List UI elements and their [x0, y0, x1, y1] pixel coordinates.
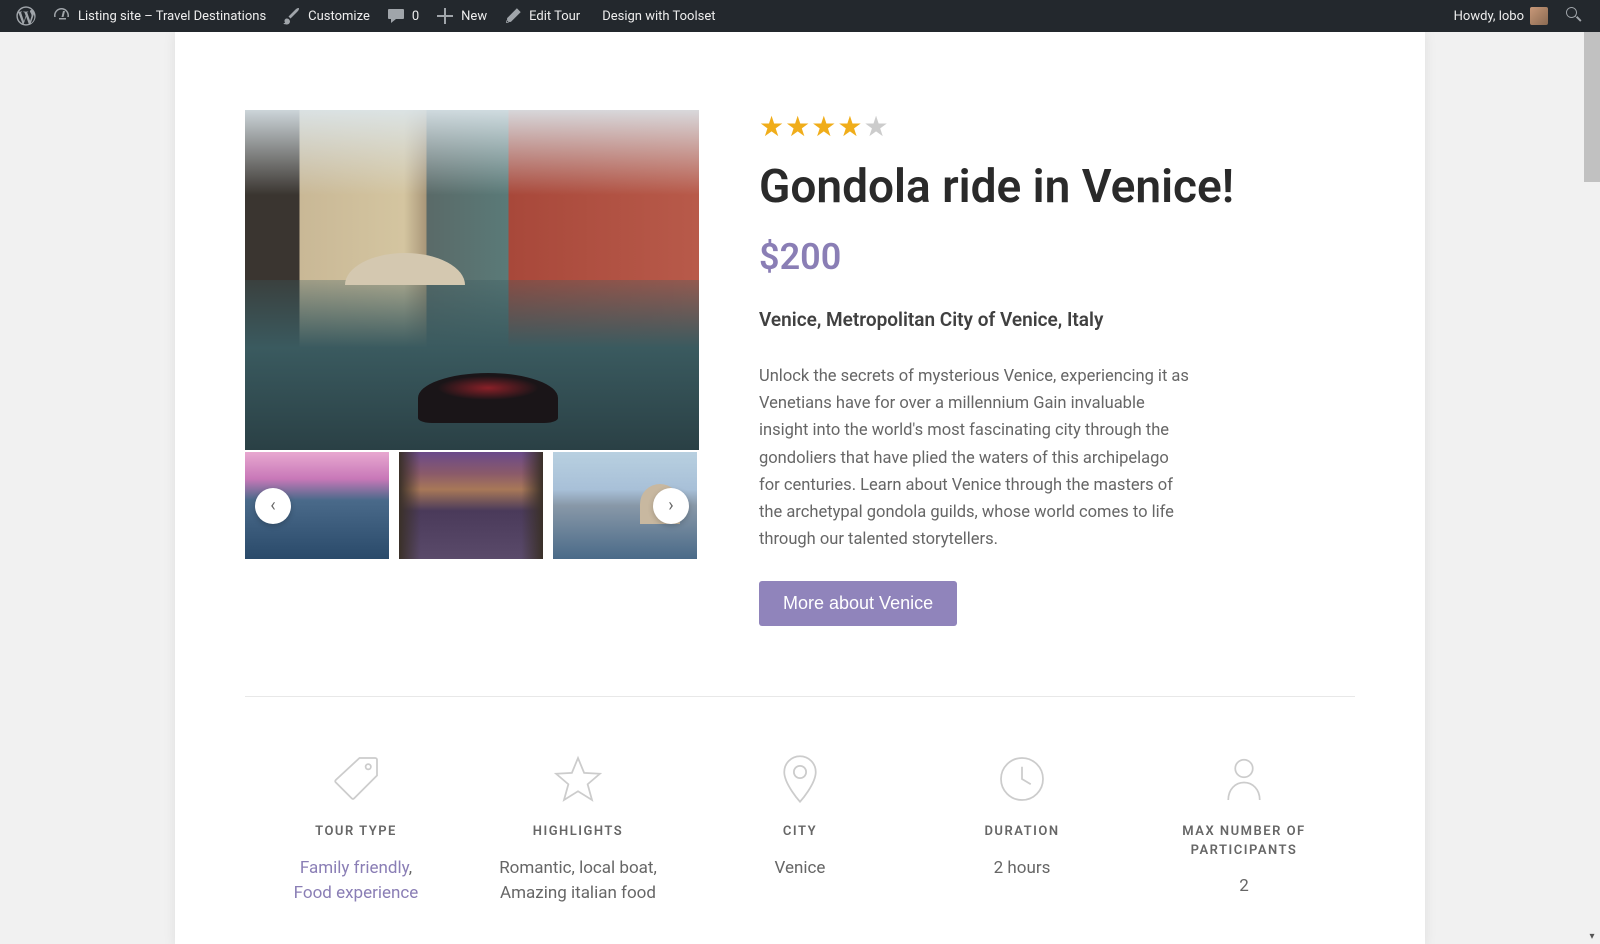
tour-type-link[interactable]: Food experience: [294, 883, 419, 903]
info-label: DURATION: [921, 823, 1123, 841]
new-link[interactable]: New: [427, 0, 495, 32]
toolset-link[interactable]: Design with Toolset: [588, 0, 723, 32]
star-icon: ★: [759, 110, 785, 143]
edit-tour-link[interactable]: Edit Tour: [495, 0, 588, 32]
scrollbar-track[interactable]: ▴ ▾: [1584, 32, 1600, 944]
info-row: TOUR TYPE Family friendly, Food experien…: [245, 747, 1355, 944]
detail-panel: ★★★★★ Gondola ride in Venice! $200 Venic…: [759, 110, 1355, 626]
star-rating: ★★★★★: [759, 110, 1355, 143]
location: Venice, Metropolitan City of Venice, Ita…: [759, 308, 1355, 331]
comments-count: 0: [412, 9, 419, 24]
info-label: TOUR TYPE: [255, 823, 457, 841]
star-icon: ★: [785, 110, 811, 143]
comment-icon: [386, 6, 406, 26]
brush-icon: [282, 6, 302, 26]
gallery-next-button[interactable]: ›: [653, 488, 689, 524]
info-tour-type: TOUR TYPE Family friendly, Food experien…: [255, 747, 457, 906]
new-label: New: [461, 9, 487, 24]
star-icon: ★: [811, 110, 837, 143]
info-label: CITY: [699, 823, 901, 841]
scroll-down-arrow[interactable]: ▾: [1584, 928, 1600, 944]
info-value: Venice: [699, 856, 901, 882]
description: Unlock the secrets of mysterious Venice,…: [759, 363, 1189, 554]
info-label: HIGHLIGHTS: [477, 823, 679, 841]
toolset-label: Design with Toolset: [602, 9, 715, 24]
gallery-main-image[interactable]: [245, 110, 699, 450]
chevron-left-icon: ‹: [270, 495, 275, 516]
more-about-button[interactable]: More about Venice: [759, 581, 957, 626]
avatar: [1530, 7, 1548, 25]
tag-icon: [328, 751, 384, 807]
info-highlights: HIGHLIGHTS Romantic, local boat, Amazing…: [477, 747, 679, 906]
page-content: ‹ › ★★★★★ Gondola ride in Venice! $200: [175, 32, 1425, 944]
person-icon: [1216, 751, 1272, 807]
star-icon: ★: [837, 110, 863, 143]
howdy-text: Howdy, lobo: [1454, 9, 1524, 24]
clock-icon: [994, 751, 1050, 807]
wordpress-icon: [16, 6, 36, 26]
dashboard-icon: [52, 6, 72, 26]
pencil-icon: [503, 6, 523, 26]
star-outline-icon: [550, 751, 606, 807]
section-divider: [245, 696, 1355, 697]
info-participants: MAX NUMBER OF PARTICIPANTS 2: [1143, 747, 1345, 906]
edit-tour-label: Edit Tour: [529, 9, 580, 24]
info-label: MAX NUMBER OF PARTICIPANTS: [1143, 823, 1345, 859]
price: $200: [759, 236, 1355, 278]
customize-label: Customize: [308, 9, 370, 24]
wp-logo[interactable]: [8, 0, 44, 32]
gallery: ‹ ›: [245, 110, 699, 626]
wp-admin-bar: Listing site – Travel Destinations Custo…: [0, 0, 1600, 32]
chevron-right-icon: ›: [668, 495, 673, 516]
pin-icon: [772, 751, 828, 807]
gallery-thumbnail[interactable]: [399, 452, 543, 559]
info-value: 2 hours: [921, 856, 1123, 882]
scrollbar-thumb[interactable]: [1584, 32, 1600, 182]
gallery-thumbnails: ‹ ›: [245, 452, 699, 559]
account-link[interactable]: Howdy, lobo: [1446, 0, 1556, 32]
plus-icon: [435, 6, 455, 26]
star-icon: ★: [863, 110, 889, 143]
comments-link[interactable]: 0: [378, 0, 427, 32]
info-value: 2: [1143, 874, 1345, 900]
site-name: Listing site – Travel Destinations: [78, 9, 266, 24]
info-city: CITY Venice: [699, 747, 901, 906]
search-icon: [1564, 6, 1584, 26]
gallery-prev-button[interactable]: ‹: [255, 488, 291, 524]
customize-link[interactable]: Customize: [274, 0, 378, 32]
info-value: Romantic, local boat, Amazing italian fo…: [477, 856, 679, 907]
search-toggle[interactable]: [1556, 0, 1592, 32]
tour-type-link[interactable]: Family friendly: [300, 858, 409, 878]
site-name-link[interactable]: Listing site – Travel Destinations: [44, 0, 274, 32]
page-title: Gondola ride in Venice!: [759, 161, 1355, 214]
info-value: Family friendly, Food experience: [255, 856, 457, 907]
info-duration: DURATION 2 hours: [921, 747, 1123, 906]
